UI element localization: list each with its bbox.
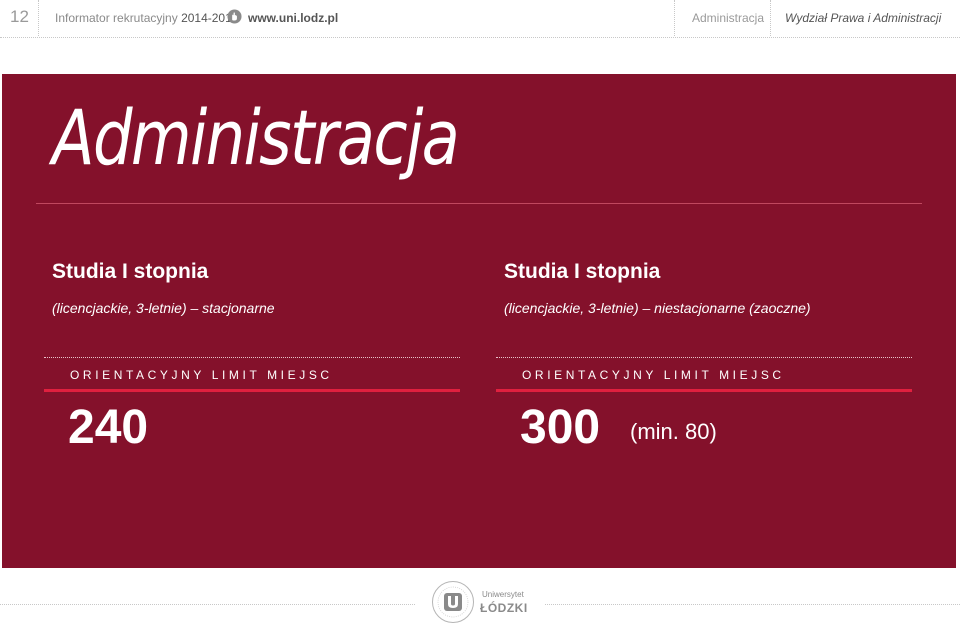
- page-number: 12: [10, 7, 29, 26]
- footer-dotted-rule: [0, 604, 415, 605]
- program-mode-subtitle: (licencjackie, 3-letnie) – niestacjonarn…: [504, 300, 811, 316]
- footer-dotted-rule: [545, 604, 960, 605]
- dotted-divider: [496, 357, 912, 358]
- accent-divider: [44, 389, 460, 392]
- section-name: Administracja: [692, 11, 765, 25]
- header-divider: [674, 0, 675, 36]
- program-mode-subtitle: (licencjackie, 3-letnie) – stacjonarne: [52, 300, 275, 316]
- limit-label: ORIENTACYJNY LIMIT MIEJSC: [70, 368, 333, 382]
- header-divider: [770, 0, 771, 36]
- limit-value: 240: [68, 401, 149, 454]
- program-title: Administracja: [52, 93, 460, 182]
- logo-line-2: ŁÓDZKI: [480, 601, 528, 615]
- informator-title: Informator rekrutacyjny 2014-2015: [55, 11, 238, 25]
- faculty-name: Wydział Prawa i Administracji: [785, 11, 942, 25]
- header-dotted-rule: [0, 37, 960, 38]
- limit-label: ORIENTACYJNY LIMIT MIEJSC: [522, 368, 785, 382]
- program-level-heading: Studia I stopnia: [504, 260, 661, 283]
- dotted-divider: [44, 357, 460, 358]
- page-header: 12 Informator rekrutacyjny 2014-2015 www…: [0, 0, 960, 36]
- limit-value: 300: [520, 401, 601, 454]
- header-divider: [38, 0, 39, 36]
- informator-label: Informator rekrutacyjny: [55, 11, 178, 25]
- university-seal-icon: [432, 581, 474, 623]
- program-level-heading: Studia I stopnia: [52, 260, 209, 283]
- logo-line-1: Uniwersytet: [482, 590, 524, 599]
- university-url-link[interactable]: www.uni.lodz.pl: [248, 11, 338, 25]
- limit-minimum-note: (min. 80): [630, 419, 717, 444]
- program-panel: Administracja Studia I stopnia (licencja…: [2, 74, 956, 568]
- hand-icon: [227, 9, 242, 24]
- accent-divider: [496, 389, 912, 392]
- title-divider: [36, 203, 922, 204]
